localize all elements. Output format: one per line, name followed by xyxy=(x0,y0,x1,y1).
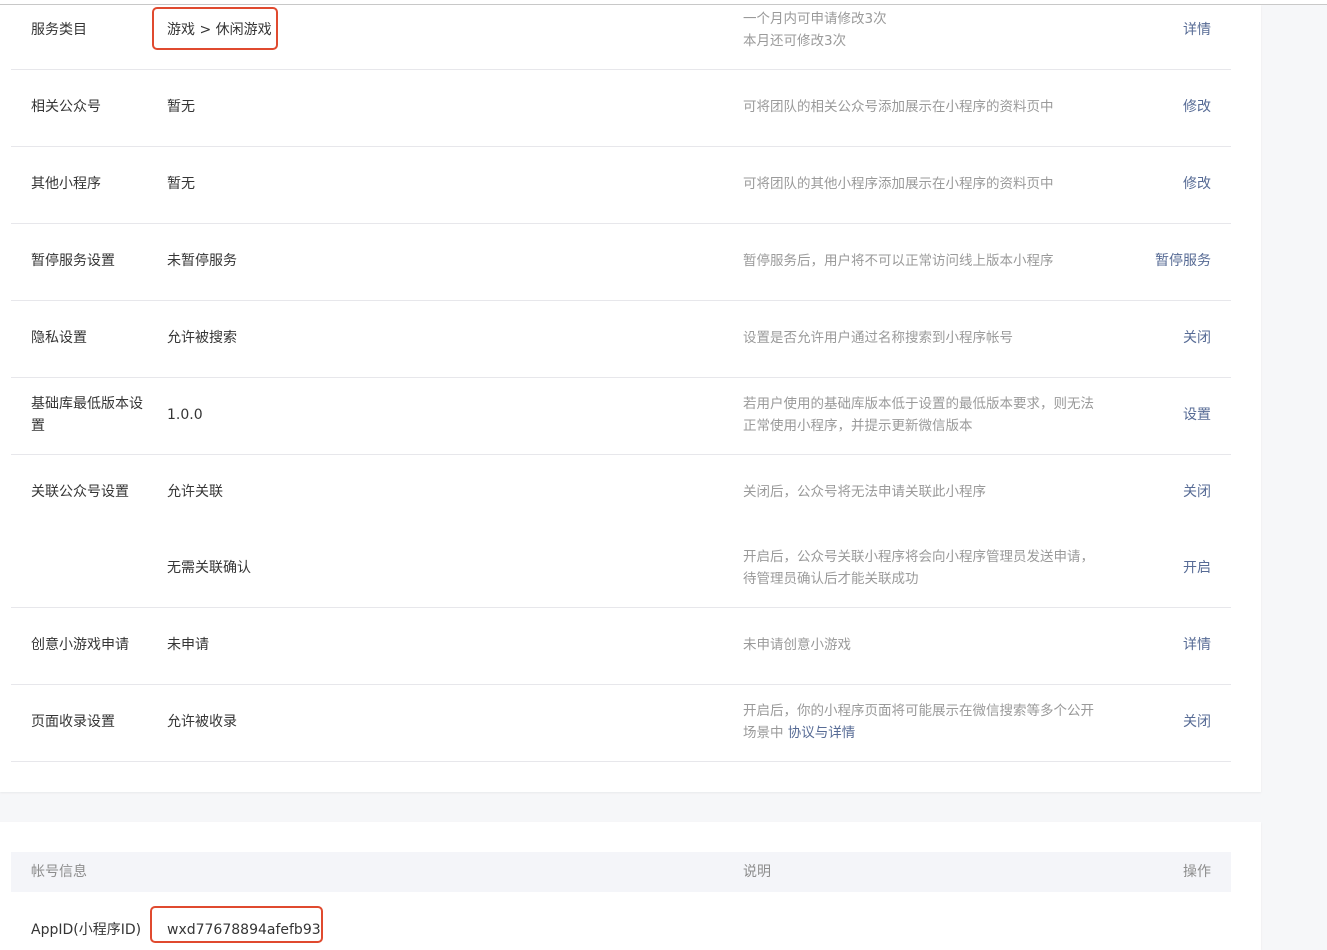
row-page-indexing: 页面收录设置 允许被收录 开启后，你的小程序页面将可能展示在微信搜索等多个公开场… xyxy=(11,685,1231,762)
service-category-desc: 一个月内可申请修改3次 本月还可修改3次 xyxy=(743,8,1103,52)
row-privacy: 隐私设置 允许被搜索 设置是否允许用户通过名称搜索到小程序帐号 关闭 xyxy=(11,301,1231,378)
min-lib-version-label: 基础库最低版本设置 xyxy=(31,396,143,434)
description-header: 说明 xyxy=(743,864,771,880)
pause-service-value: 未暂停服务 xyxy=(167,253,237,269)
related-official-account-desc: 可将团队的相关公众号添加展示在小程序的资料页中 xyxy=(743,99,1054,115)
link-official-account-label: 关联公众号设置 xyxy=(31,484,129,500)
link-confirm-enable-link[interactable]: 开启 xyxy=(1183,557,1211,579)
pause-service-label: 暂停服务设置 xyxy=(31,253,115,269)
action-header: 操作 xyxy=(1183,864,1211,880)
service-category-desc-line2: 本月还可修改3次 xyxy=(743,33,847,49)
page-indexing-desc: 开启后，你的小程序页面将可能展示在微信搜索等多个公开场景中 协议与详情 xyxy=(743,700,1103,744)
min-lib-version-desc: 若用户使用的基础库版本低于设置的最低版本要求，则无法正常使用小程序，并提示更新微… xyxy=(743,396,1094,434)
link-confirm-desc: 开启后，公众号关联小程序将会向小程序管理员发送申请，待管理员确认后才能关联成功 xyxy=(743,549,1094,587)
row-other-mini-programs: 其他小程序 暂无 可将团队的其他小程序添加展示在小程序的资料页中 修改 xyxy=(11,147,1231,224)
other-mini-programs-label: 其他小程序 xyxy=(31,176,101,192)
link-official-account-desc: 关闭后，公众号将无法申请关联此小程序 xyxy=(743,484,986,500)
privacy-desc: 设置是否允许用户通过名称搜索到小程序帐号 xyxy=(743,330,1013,346)
link-confirm-value: 无需关联确认 xyxy=(167,560,251,576)
service-category-desc-line1: 一个月内可申请修改3次 xyxy=(743,11,887,27)
service-category-highlight xyxy=(152,7,278,50)
creative-game-label: 创意小游戏申请 xyxy=(31,637,129,653)
related-official-account-value: 暂无 xyxy=(167,99,195,115)
row-pause-service: 暂停服务设置 未暂停服务 暂停服务后，用户将不可以正常访问线上版本小程序 暂停服… xyxy=(11,224,1231,301)
link-official-account-close-link[interactable]: 关闭 xyxy=(1183,481,1211,503)
row-link-official-account: 关联公众号设置 允许关联 关闭后，公众号将无法申请关联此小程序 关闭 xyxy=(11,455,1231,531)
related-official-account-edit-link[interactable]: 修改 xyxy=(1183,96,1211,118)
privacy-label: 隐私设置 xyxy=(31,330,87,346)
min-lib-version-value: 1.0.0 xyxy=(167,407,203,423)
account-info-header: 帐号信息 xyxy=(31,864,87,880)
creative-game-detail-link[interactable]: 详情 xyxy=(1183,634,1211,656)
pause-service-desc: 暂停服务后，用户将不可以正常访问线上版本小程序 xyxy=(743,253,1054,269)
privacy-value: 允许被搜索 xyxy=(167,330,237,346)
row-related-official-account: 相关公众号 暂无 可将团队的相关公众号添加展示在小程序的资料页中 修改 xyxy=(11,70,1231,147)
other-mini-programs-desc: 可将团队的其他小程序添加展示在小程序的资料页中 xyxy=(743,176,1054,192)
service-category-label: 服务类目 xyxy=(31,22,87,38)
row-min-lib-version: 基础库最低版本设置 1.0.0 若用户使用的基础库版本低于设置的最低版本要求，则… xyxy=(11,378,1231,455)
page-indexing-close-link[interactable]: 关闭 xyxy=(1183,711,1211,733)
page-indexing-label: 页面收录设置 xyxy=(31,714,115,730)
row-link-confirm: 无需关联确认 开启后，公众号关联小程序将会向小程序管理员发送申请，待管理员确认后… xyxy=(11,531,1231,608)
appid-highlight xyxy=(150,906,323,943)
min-lib-version-set-link[interactable]: 设置 xyxy=(1183,404,1211,426)
page-indexing-agreement-link[interactable]: 协议与详情 xyxy=(788,725,856,741)
link-official-account-value: 允许关联 xyxy=(167,484,223,500)
page-indexing-value: 允许被收录 xyxy=(167,714,237,730)
related-official-account-label: 相关公众号 xyxy=(31,99,101,115)
other-mini-programs-edit-link[interactable]: 修改 xyxy=(1183,173,1211,195)
other-mini-programs-value: 暂无 xyxy=(167,176,195,192)
row-creative-game: 创意小游戏申请 未申请 未申请创意小游戏 详情 xyxy=(11,608,1231,685)
creative-game-desc: 未申请创意小游戏 xyxy=(743,637,851,653)
account-info-table-header: 帐号信息 说明 操作 xyxy=(11,852,1231,892)
creative-game-value: 未申请 xyxy=(167,637,209,653)
privacy-close-link[interactable]: 关闭 xyxy=(1183,327,1211,349)
pause-service-button[interactable]: 暂停服务 xyxy=(1155,250,1211,272)
service-category-detail-link[interactable]: 详情 xyxy=(1183,19,1211,41)
